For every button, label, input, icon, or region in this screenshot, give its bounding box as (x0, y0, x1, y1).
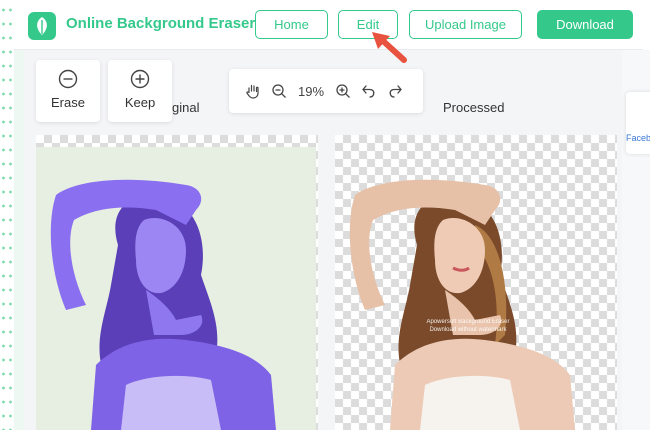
share-label[interactable]: Faceb (626, 133, 650, 143)
processed-image-panel[interactable]: Apowersoft Background Eraser Download wi… (335, 135, 617, 430)
processed-label: Processed (443, 100, 505, 115)
processed-photo (349, 179, 575, 430)
top-header: Online Background Eraser Home Edit Uploa… (14, 0, 643, 50)
plus-circle-icon (130, 69, 150, 89)
home-button[interactable]: Home (255, 10, 328, 39)
hand-icon[interactable] (245, 83, 261, 99)
keep-tool-button[interactable]: Keep (108, 60, 172, 122)
redo-icon[interactable] (387, 83, 403, 99)
original-image-panel[interactable] (36, 135, 318, 430)
erase-label: Erase (51, 95, 85, 110)
watermark-text: Apowersoft Background Eraser Download wi… (426, 319, 510, 333)
left-gutter (14, 0, 24, 430)
original-label: ginal (172, 100, 200, 115)
undo-icon[interactable] (361, 83, 377, 99)
pointer-arrow-icon (372, 32, 407, 63)
zoom-level: 19% (297, 83, 325, 99)
share-tab[interactable] (626, 92, 650, 154)
minus-circle-icon (58, 69, 78, 89)
upload-image-button[interactable]: Upload Image (409, 10, 522, 39)
zoom-in-icon[interactable] (335, 83, 351, 99)
erase-tool-button[interactable]: Erase (36, 60, 100, 122)
download-button[interactable]: Download (537, 10, 633, 39)
keep-label: Keep (124, 95, 156, 110)
leaf-logo-icon (28, 12, 56, 40)
app-title: Online Background Eraser (66, 15, 256, 32)
decorative-dot-strip (0, 0, 14, 430)
zoom-toolbar: 19% (229, 69, 423, 113)
original-photo (50, 179, 276, 430)
zoom-out-icon[interactable] (271, 83, 287, 99)
